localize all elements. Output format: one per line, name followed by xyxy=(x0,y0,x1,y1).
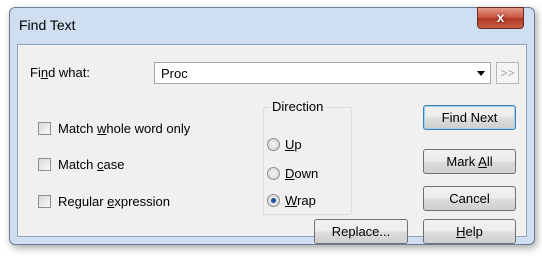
checkbox-box[interactable] xyxy=(38,122,51,135)
checkbox-box[interactable] xyxy=(38,195,51,208)
cancel-button[interactable]: Cancel xyxy=(423,186,516,211)
direction-up-label: Up xyxy=(285,137,302,152)
window-title: Find Text xyxy=(19,17,76,33)
close-button[interactable]: x xyxy=(477,7,524,29)
radio-button[interactable] xyxy=(267,167,280,180)
radio-button[interactable] xyxy=(267,194,280,207)
find-what-label: Find what: xyxy=(30,65,90,80)
help-button[interactable]: Help xyxy=(423,219,516,244)
direction-wrap-label: Wrap xyxy=(285,193,316,208)
more-options-button[interactable]: >> xyxy=(496,62,519,84)
title-bar[interactable]: Find Text x xyxy=(10,7,534,43)
find-what-combobox[interactable]: Proc xyxy=(154,62,491,84)
regular-expression-label: Regular expression xyxy=(58,194,171,209)
checkbox-box[interactable] xyxy=(38,158,51,171)
replace-button[interactable]: Replace... xyxy=(314,219,408,244)
mark-all-button[interactable]: Mark All xyxy=(423,149,516,174)
match-whole-word-label: Match whole word only xyxy=(58,121,191,136)
find-next-button[interactable]: Find Next xyxy=(423,105,516,130)
find-text-dialog: Find Text x Find what: Proc >> Match who… xyxy=(9,7,535,245)
dialog-body: Find what: Proc >> Match whole word only… xyxy=(17,44,527,244)
find-what-value: Proc xyxy=(161,66,188,81)
chevron-down-icon[interactable] xyxy=(477,71,485,76)
close-icon: x xyxy=(496,9,505,25)
match-case-label: Match case xyxy=(58,157,125,172)
direction-down-label: Down xyxy=(285,166,319,181)
direction-group-title: Direction xyxy=(270,99,326,114)
radio-button[interactable] xyxy=(267,138,280,151)
